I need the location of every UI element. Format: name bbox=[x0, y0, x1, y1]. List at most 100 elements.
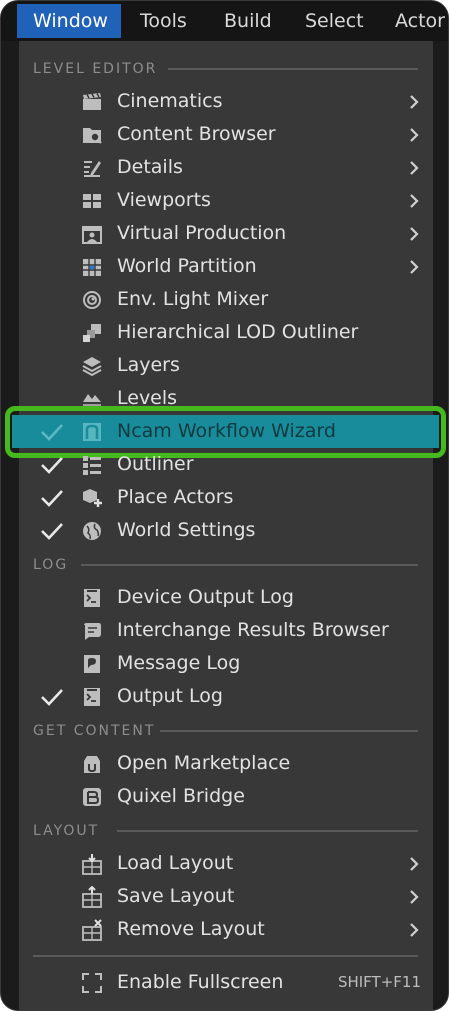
place-actors-icon bbox=[83, 489, 102, 507]
menu-item-label: Viewports bbox=[117, 189, 211, 211]
menu-item-label: World Settings bbox=[117, 519, 256, 541]
menu-item-label: Outliner bbox=[117, 453, 194, 475]
menu-item-world-partition[interactable]: World Partition bbox=[19, 250, 433, 283]
checkmark-icon bbox=[41, 457, 63, 474]
menu-item-details[interactable]: Details bbox=[19, 151, 433, 184]
separator bbox=[33, 955, 418, 957]
menu-item-label: Quixel Bridge bbox=[117, 785, 245, 807]
section-layout: LAYOUT bbox=[33, 823, 100, 839]
menu-item-interchange-results-browser[interactable]: Interchange Results Browser bbox=[19, 614, 433, 647]
checkmark-icon bbox=[41, 523, 63, 540]
separator bbox=[81, 564, 418, 566]
world-partition-icon bbox=[83, 259, 101, 276]
chevron-right-icon bbox=[410, 161, 419, 175]
menu-item-remove-layout[interactable]: Remove Layout bbox=[19, 913, 433, 946]
chevron-right-icon bbox=[410, 260, 419, 274]
clapperboard-icon bbox=[83, 93, 101, 110]
light-mixer-icon bbox=[83, 291, 101, 309]
chevron-right-icon bbox=[410, 923, 419, 937]
menu-build[interactable]: Build bbox=[224, 4, 272, 38]
menu-item-label: Content Browser bbox=[117, 123, 276, 145]
device-log-icon bbox=[84, 589, 100, 607]
world-settings-icon bbox=[83, 522, 101, 540]
hlod-outliner-icon bbox=[83, 324, 101, 342]
menu-item-virtual-production[interactable]: Virtual Production bbox=[19, 217, 433, 250]
menu-item-viewports[interactable]: Viewports bbox=[19, 184, 433, 217]
load-layout-icon bbox=[82, 854, 102, 875]
menu-item-label: Output Log bbox=[117, 685, 223, 707]
menu-item-label: Remove Layout bbox=[117, 918, 265, 940]
menu-item-save-layout[interactable]: Save Layout bbox=[19, 880, 433, 913]
virtual-production-icon bbox=[82, 226, 102, 244]
menu-item-output-log[interactable]: Output Log bbox=[19, 680, 433, 713]
menu-item-world-settings[interactable]: World Settings bbox=[19, 514, 433, 547]
marketplace-icon bbox=[84, 756, 100, 773]
quixel-bridge-icon bbox=[83, 788, 101, 806]
section-get-content: GET CONTENT bbox=[33, 723, 156, 739]
chevron-right-icon bbox=[410, 227, 419, 241]
menu-item-label: Device Output Log bbox=[117, 586, 294, 608]
menu-item-load-layout[interactable]: Load Layout bbox=[19, 847, 433, 880]
menu-item-open-marketplace[interactable]: Open Marketplace bbox=[19, 747, 433, 780]
window-menu-frame: Window Tools Build Select Actor LEVEL ED… bbox=[0, 0, 449, 1011]
interchange-icon bbox=[84, 623, 101, 640]
menu-item-label: Enable Fullscreen bbox=[117, 971, 284, 993]
content-browser-icon bbox=[83, 128, 102, 144]
section-log: LOG bbox=[33, 557, 69, 573]
menu-item-content-browser[interactable]: Content Browser bbox=[19, 118, 433, 151]
menu-item-cinematics[interactable]: Cinematics bbox=[19, 85, 433, 118]
menu-item-label: Hierarchical LOD Outliner bbox=[117, 321, 359, 343]
viewports-grid-icon bbox=[83, 194, 101, 208]
menu-item-label: Details bbox=[117, 156, 183, 178]
layers-icon bbox=[82, 357, 102, 377]
menu-item-label: Place Actors bbox=[117, 486, 234, 508]
menu-item-label: Save Layout bbox=[117, 885, 235, 907]
chevron-right-icon bbox=[410, 857, 419, 871]
outliner-icon bbox=[83, 456, 101, 475]
message-log-icon bbox=[84, 655, 100, 673]
details-pencil-icon bbox=[84, 161, 101, 177]
output-log-icon bbox=[84, 688, 100, 706]
keyboard-shortcut: SHIFT+F11 bbox=[337, 973, 421, 991]
menu-item-label: Interchange Results Browser bbox=[117, 619, 389, 641]
chevron-right-icon bbox=[410, 128, 419, 142]
menu-item-env-light-mixer[interactable]: Env. Light Mixer bbox=[19, 283, 433, 316]
menu-item-enable-fullscreen[interactable]: Enable Fullscreen SHIFT+F11 bbox=[19, 966, 433, 999]
chevron-right-icon bbox=[410, 95, 419, 109]
menu-item-device-output-log[interactable]: Device Output Log bbox=[19, 581, 433, 614]
chevron-right-icon bbox=[410, 194, 419, 208]
remove-layout-icon bbox=[82, 919, 102, 941]
menu-actor[interactable]: Actor bbox=[395, 4, 445, 38]
menu-item-label: Layers bbox=[117, 354, 180, 376]
checkmark-icon bbox=[41, 689, 63, 706]
menu-item-label: Ncam Workflow Wizard bbox=[117, 420, 336, 442]
menu-item-quixel-bridge[interactable]: Quixel Bridge bbox=[19, 780, 433, 813]
menu-item-place-actors[interactable]: Place Actors bbox=[19, 481, 433, 514]
checkmark-icon bbox=[41, 424, 63, 441]
menu-item-hlod-outliner[interactable]: Hierarchical LOD Outliner bbox=[19, 316, 433, 349]
menu-tools[interactable]: Tools bbox=[140, 4, 187, 38]
separator bbox=[117, 830, 418, 832]
chevron-right-icon bbox=[410, 890, 419, 904]
menu-item-label: Env. Light Mixer bbox=[117, 288, 269, 310]
menu-item-label: Open Marketplace bbox=[117, 752, 291, 774]
menu-bar: Window Tools Build Select Actor bbox=[1, 1, 448, 41]
separator bbox=[168, 68, 418, 70]
menu-item-label: Virtual Production bbox=[117, 222, 287, 244]
menu-select[interactable]: Select bbox=[305, 4, 364, 38]
menu-item-message-log[interactable]: Message Log bbox=[19, 647, 433, 680]
section-level-editor: LEVEL EDITOR bbox=[33, 61, 158, 77]
menu-item-layers[interactable]: Layers bbox=[19, 349, 433, 382]
menu-item-label: Message Log bbox=[117, 652, 241, 674]
menu-item-label: Load Layout bbox=[117, 852, 234, 874]
save-layout-icon bbox=[82, 886, 102, 908]
menu-item-ncam-workflow-wizard[interactable]: Ncam Workflow Wizard bbox=[12, 415, 439, 448]
menu-item-outliner[interactable]: Outliner bbox=[19, 448, 433, 481]
ncam-icon bbox=[83, 423, 101, 441]
checkmark-icon bbox=[41, 490, 63, 507]
menu-item-label: Cinematics bbox=[117, 90, 223, 112]
menu-item-label: World Partition bbox=[117, 255, 257, 277]
fullscreen-icon bbox=[82, 973, 102, 993]
separator bbox=[160, 730, 418, 732]
menu-window[interactable]: Window bbox=[17, 4, 121, 38]
